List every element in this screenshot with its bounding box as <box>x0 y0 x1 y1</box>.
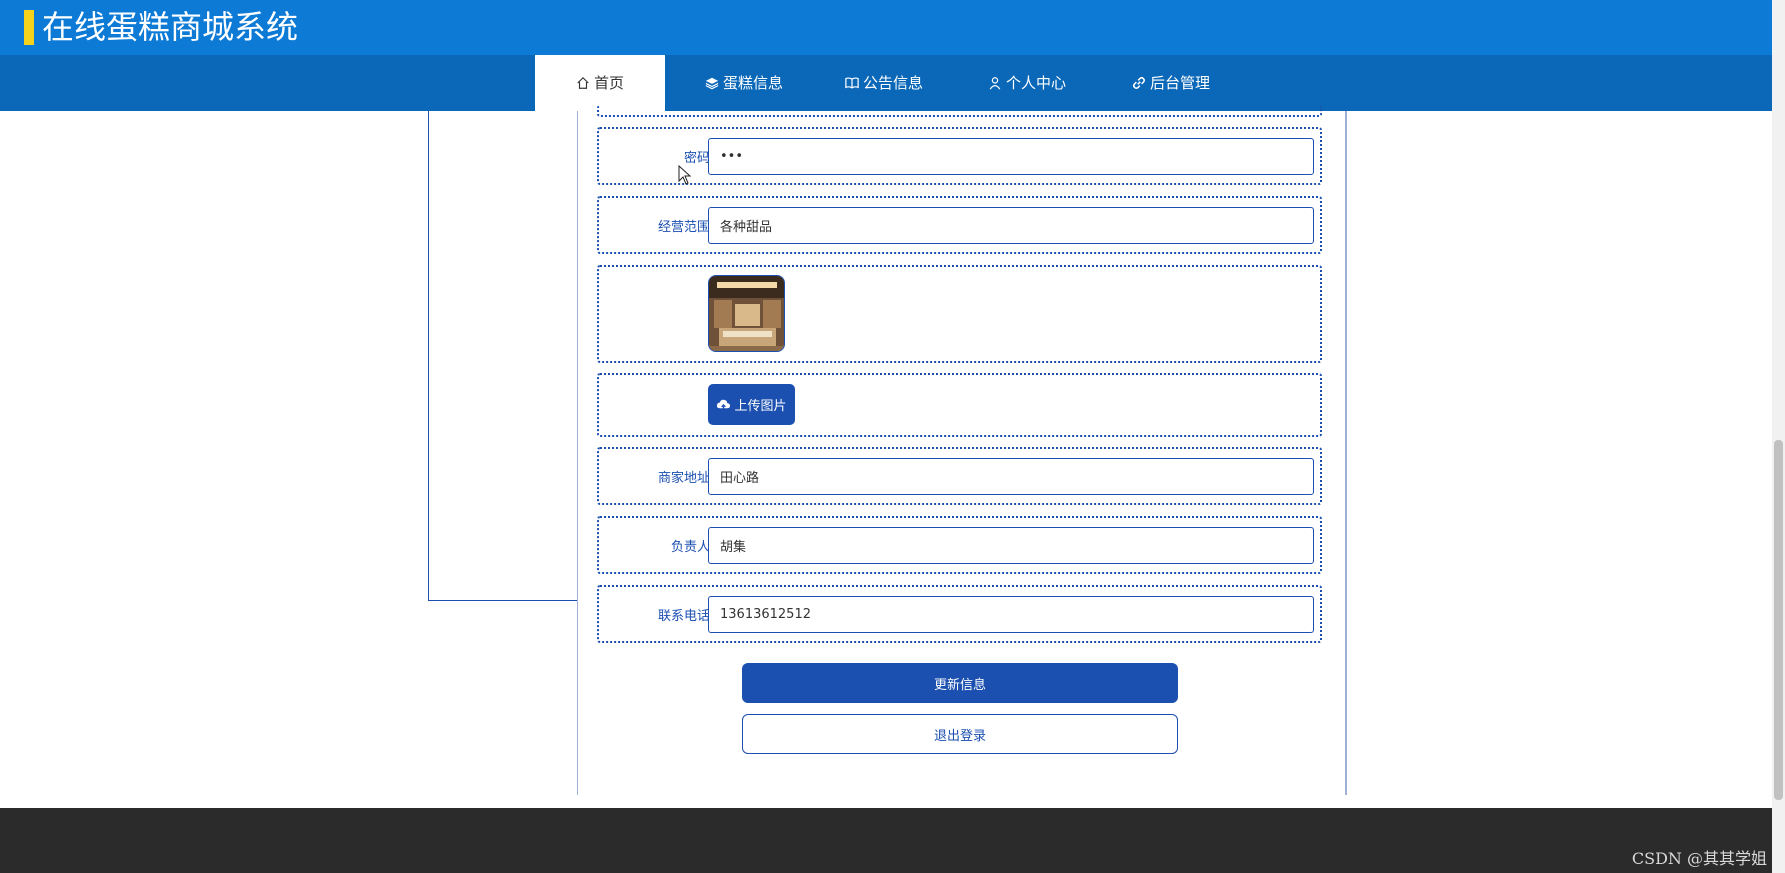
upload-label: 上传图片 <box>734 399 787 414</box>
form-row-address: 商家地址 田心路 <box>597 447 1322 505</box>
nav-item-label: 公告信息 <box>863 74 924 92</box>
manager-label: 负责人 <box>670 539 710 555</box>
title-accent-bar <box>24 10 34 45</box>
shop-image-thumbnail[interactable] <box>708 275 785 352</box>
address-label: 商家地址 <box>657 470 710 486</box>
nav-item-admin[interactable]: 后台管理 <box>1132 55 1210 111</box>
scope-field[interactable]: 各种甜品 <box>708 207 1314 244</box>
main-nav: 首页 蛋糕信息 公告信息 个人中心 后台管理 <box>0 55 1772 111</box>
nav-item-profile[interactable]: 个人中心 <box>988 55 1066 111</box>
scrollbar-thumb[interactable] <box>1774 440 1783 800</box>
form-row-partial <box>597 105 1322 117</box>
form-row-password: 密码 ••• <box>597 127 1322 185</box>
link-icon <box>1132 76 1146 90</box>
watermark-text: CSDN @其其学姐 <box>1631 849 1767 868</box>
nav-item-label: 后台管理 <box>1150 74 1211 92</box>
nav-item-label: 个人中心 <box>1006 74 1067 92</box>
password-field[interactable]: ••• <box>708 138 1314 175</box>
cloud-upload-icon <box>717 399 731 410</box>
form-row-scope: 经营范围 各种甜品 <box>597 196 1322 254</box>
top-header: 在线蛋糕商城系统 <box>0 0 1772 55</box>
nav-item-home[interactable]: 首页 <box>535 55 665 111</box>
manager-field[interactable]: 胡集 <box>708 527 1314 564</box>
mouse-cursor-icon <box>678 165 692 185</box>
layers-icon <box>705 77 719 90</box>
nav-item-label: 蛋糕信息 <box>723 74 784 92</box>
logout-button[interactable]: 退出登录 <box>742 714 1178 754</box>
phone-label: 联系电话 <box>657 608 710 624</box>
form-row-manager: 负责人 胡集 <box>597 516 1322 574</box>
nav-item-cake-info[interactable]: 蛋糕信息 <box>705 55 783 111</box>
home-icon <box>577 76 589 89</box>
scope-label: 经营范围 <box>657 219 710 235</box>
nav-item-label: 首页 <box>593 74 624 92</box>
upload-image-button[interactable]: 上传图片 <box>708 384 795 425</box>
book-icon <box>845 77 859 89</box>
page-scrollbar[interactable] <box>1772 0 1785 873</box>
form-row-phone: 联系电话 13613612512 <box>597 585 1322 643</box>
form-row-image <box>597 265 1322 363</box>
nav-item-announcements[interactable]: 公告信息 <box>845 55 923 111</box>
user-icon <box>989 77 1001 90</box>
form-row-upload: 上传图片 <box>597 373 1322 437</box>
update-info-button[interactable]: 更新信息 <box>742 663 1178 703</box>
sidebar-frame <box>428 111 579 601</box>
address-field[interactable]: 田心路 <box>708 458 1314 495</box>
site-title: 在线蛋糕商城系统 <box>42 8 299 46</box>
page-footer <box>0 808 1772 873</box>
phone-field[interactable]: 13613612512 <box>708 596 1314 633</box>
